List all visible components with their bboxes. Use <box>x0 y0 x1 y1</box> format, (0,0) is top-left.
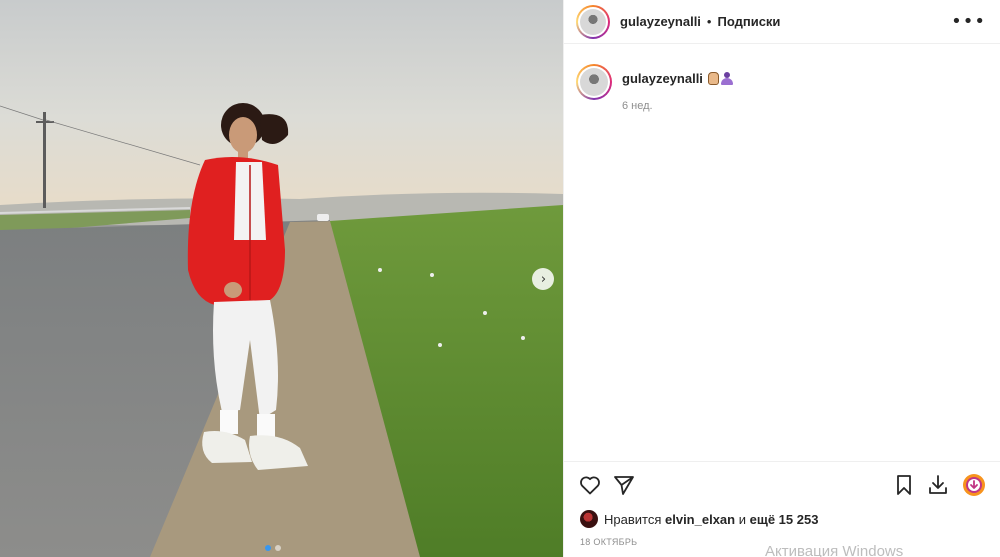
liker-avatar[interactable] <box>580 510 598 528</box>
author-avatar[interactable] <box>576 4 610 39</box>
chevron-right-icon: › <box>540 271 547 287</box>
extension-icon[interactable] <box>962 473 986 497</box>
carousel-indicator <box>265 545 281 551</box>
windows-activation-watermark: Активация Windows <box>765 543 904 557</box>
more-options-icon[interactable]: ••• <box>951 12 986 31</box>
hand-emoji-icon <box>707 72 719 85</box>
post-header: gulayzeynalli • Подписки ••• <box>564 0 1000 44</box>
post-photo[interactable]: › <box>0 0 563 557</box>
following-button[interactable]: Подписки <box>717 14 780 29</box>
likes-prefix: Нравится <box>604 511 662 527</box>
caption-username[interactable]: gulayzeynalli <box>622 71 703 86</box>
likes-count[interactable]: ещё 15 253 <box>750 512 819 527</box>
person-emoji-icon <box>720 72 733 85</box>
separator-dot: • <box>706 14 712 29</box>
bookmark-icon[interactable] <box>892 473 916 497</box>
post-date[interactable]: 18 ОКТЯБРЬ <box>580 537 637 547</box>
carousel-next-button[interactable]: › <box>532 268 554 290</box>
avatar-image <box>580 68 608 96</box>
likes-conjunction: и <box>738 511 746 527</box>
post-caption: gulayzeynalli 6 нед. <box>576 64 733 112</box>
post-side-panel: gulayzeynalli • Подписки ••• gulayzeynal… <box>563 0 1000 557</box>
caption-avatar[interactable] <box>576 64 612 100</box>
photo-image <box>0 0 563 557</box>
heart-icon[interactable] <box>578 473 602 497</box>
avatar-image <box>580 8 606 35</box>
author-username[interactable]: gulayzeynalli <box>620 14 701 29</box>
send-icon[interactable] <box>612 473 636 497</box>
caption-emoji <box>707 72 733 85</box>
caption-timestamp[interactable]: 6 нед. <box>622 100 733 112</box>
download-icon[interactable] <box>926 473 950 497</box>
liker-username[interactable]: elvin_elxan <box>665 512 735 527</box>
carousel-dot-2 <box>275 545 281 551</box>
action-bar <box>564 461 1000 507</box>
carousel-dot-1 <box>265 545 271 551</box>
likes-summary: Нравится elvin_elxan и ещё 15 253 <box>580 510 818 528</box>
